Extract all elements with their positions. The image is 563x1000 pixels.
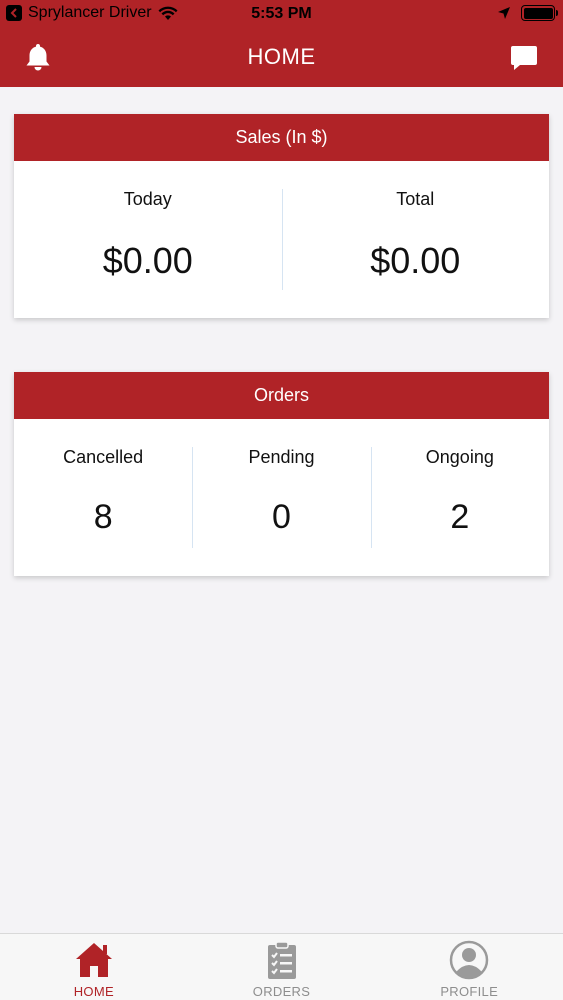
location-arrow-icon (498, 7, 510, 19)
chat-icon[interactable] (510, 44, 538, 72)
sales-total: Total $0.00 (281, 161, 550, 318)
orders-card-title: Orders (14, 372, 549, 419)
orders-card: Orders Cancelled 8 Pending 0 Ongoing 2 (14, 372, 549, 576)
sales-card-title: Sales (In $) (14, 114, 549, 161)
tab-home-label: HOME (73, 984, 114, 999)
orders-pending-value: 0 (272, 498, 291, 536)
tab-orders[interactable]: ORDERS (188, 934, 376, 1000)
page-title: HOME (247, 44, 316, 69)
sales-card: Sales (In $) Today $0.00 Total $0.00 (14, 114, 549, 318)
tab-orders-label: ORDERS (252, 984, 311, 999)
battery-icon (521, 5, 558, 21)
orders-pending[interactable]: Pending 0 (192, 419, 370, 576)
orders-ongoing-label: Ongoing (425, 447, 494, 467)
orders-pending-label: Pending (248, 447, 315, 467)
sales-today-value: $0.00 (102, 240, 193, 281)
status-bar: Sprylancer Driver 5:53 PM (0, 0, 563, 30)
sales-today-label: Today (123, 189, 172, 209)
status-right (497, 5, 558, 21)
tab-profile[interactable]: PROFILE (375, 934, 563, 1000)
app-root: Sprylancer Driver 5:53 PM HOME Sales (In… (0, 0, 563, 1000)
orders-cancelled[interactable]: Cancelled 8 (14, 419, 192, 576)
sales-total-label: Total (396, 189, 435, 209)
orders-ongoing[interactable]: Ongoing 2 (370, 419, 549, 576)
profile-icon (449, 940, 489, 980)
clipboard-icon (267, 941, 296, 979)
sales-card-body: Today $0.00 Total $0.00 (14, 161, 549, 318)
orders-cancelled-value: 8 (93, 498, 113, 536)
sales-today: Today $0.00 (14, 161, 282, 318)
home-icon (75, 943, 112, 977)
orders-ongoing-value: 2 (450, 498, 470, 536)
orders-cancelled-label: Cancelled (63, 447, 144, 467)
tab-home[interactable]: HOME (0, 934, 188, 1000)
status-time: 5:53 PM (251, 5, 312, 22)
orders-card-body: Cancelled 8 Pending 0 Ongoing 2 (14, 419, 549, 576)
tab-profile-label: PROFILE (440, 984, 499, 999)
app-header: HOME (0, 30, 563, 87)
sales-total-value: $0.00 (370, 240, 461, 281)
tab-bar: HOME ORDERS PROFILE (0, 933, 563, 1000)
